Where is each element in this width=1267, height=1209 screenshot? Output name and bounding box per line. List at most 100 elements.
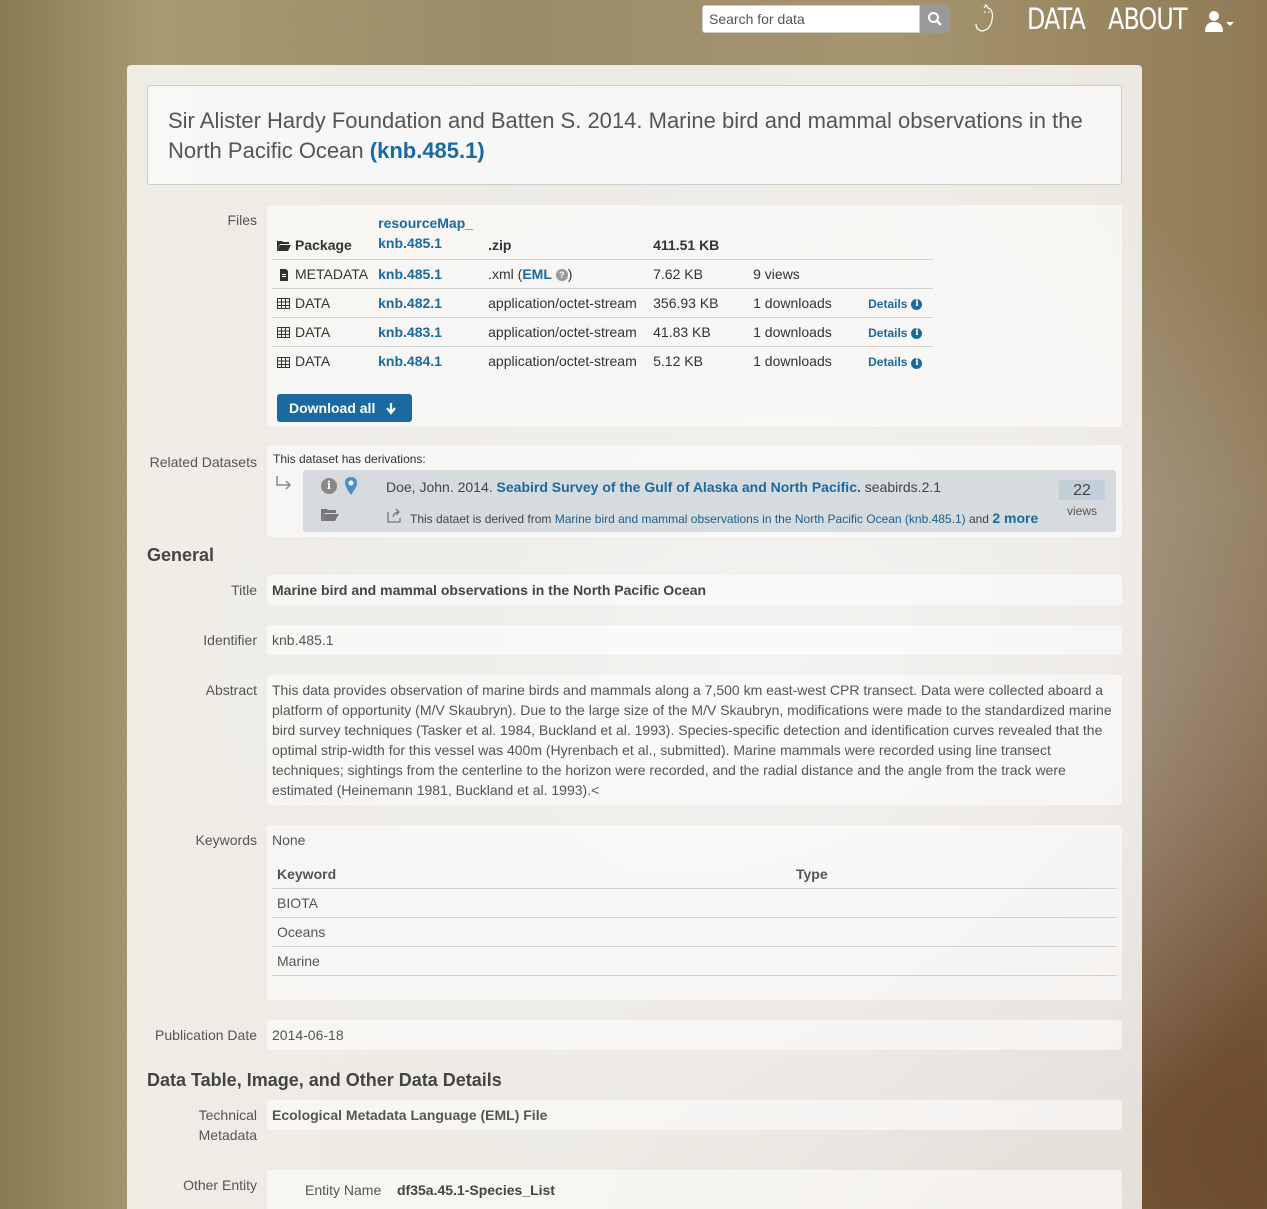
- info-icon: i: [911, 328, 923, 340]
- file-stat: 1 downloads: [748, 317, 864, 347]
- views-counter: 22 views: [1059, 480, 1105, 518]
- file-size: 7.62 KB: [648, 259, 749, 289]
- data-details-heading: Data Table, Image, and Other Data Detail…: [147, 1070, 502, 1090]
- title-label: Title: [231, 582, 257, 598]
- details-label[interactable]: Details: [868, 297, 907, 311]
- file-format: application/octet-stream: [483, 317, 649, 347]
- technical-metadata-label: Technical Metadata: [127, 1105, 257, 1145]
- related-note: This dataset has derivations:: [273, 452, 426, 466]
- search-button[interactable]: [920, 5, 950, 33]
- folder-open-icon: [277, 241, 291, 252]
- citation-pid-link[interactable]: (knb.485.1): [370, 138, 485, 163]
- user-menu[interactable]: [1204, 10, 1234, 34]
- table-icon: [277, 356, 290, 368]
- derived-from-link[interactable]: Marine bird and mammal observations in t…: [555, 512, 966, 526]
- package-format: .zip: [488, 237, 512, 253]
- user-icon: [1205, 11, 1234, 32]
- help-icon[interactable]: ?: [555, 269, 568, 282]
- related-author: Doe, John. 2014.: [386, 479, 493, 495]
- derived-prefix: This dataet is derived from: [410, 512, 552, 526]
- nav-data-link[interactable]: DATA: [1027, 2, 1086, 36]
- abstract-label: Abstract: [205, 682, 257, 698]
- cat-logo-icon: [975, 3, 994, 32]
- general-heading: General: [147, 545, 215, 565]
- title-value: Marine bird and mammal observations in t…: [272, 582, 707, 598]
- info-icon[interactable]: i: [321, 478, 337, 494]
- table-row: BIOTA: [272, 888, 1117, 918]
- related-dataset-card[interactable]: i Doe, John. 2014. Seabird Survey of the…: [303, 470, 1116, 532]
- abstract-value: This data provides observation of marine…: [272, 682, 1112, 798]
- pubdate-value: 2014-06-18: [272, 1027, 344, 1043]
- type-column-header: Type: [791, 860, 1117, 889]
- files-table: Package resourceMap_ knb.485.1 .zip 411.5…: [272, 213, 934, 376]
- related-derived-note: This dataet is derived from Marine bird …: [410, 510, 1038, 526]
- file-stat: 9 views: [748, 259, 864, 289]
- file-name-link[interactable]: knb.482.1: [378, 295, 442, 311]
- files-label: Files: [227, 212, 257, 228]
- technical-label-line1: Technical: [198, 1107, 257, 1123]
- file-type: DATA: [295, 295, 331, 311]
- identifier-value: knb.485.1: [272, 632, 334, 648]
- download-all-button[interactable]: Download all: [277, 394, 412, 422]
- package-size: 411.51 KB: [653, 237, 720, 253]
- table-icon: [277, 327, 290, 339]
- file-text-icon: [280, 269, 288, 282]
- derived-and: and: [968, 512, 989, 526]
- details-link[interactable]: Details i: [868, 355, 923, 369]
- file-name-link[interactable]: knb.484.1: [378, 353, 442, 369]
- file-size: 356.93 KB: [648, 288, 749, 318]
- details-link[interactable]: Details i: [868, 297, 923, 311]
- citation-text: Sir Alister Hardy Foundation and Batten …: [168, 108, 1083, 163]
- file-name-link[interactable]: knb.485.1: [378, 266, 442, 282]
- package-name-line1[interactable]: resourceMap_: [378, 215, 473, 231]
- file-type: DATA: [295, 353, 331, 370]
- eml-link[interactable]: EML: [522, 266, 552, 282]
- package-name-link[interactable]: resourceMap_ knb.485.1: [378, 215, 473, 251]
- table-row: DATA knb.483.1 application/octet-stream …: [272, 317, 934, 347]
- file-type: METADATA: [295, 266, 369, 282]
- details-link[interactable]: Details i: [868, 326, 923, 340]
- file-format: application/octet-stream: [483, 346, 649, 376]
- file-format-close: ): [567, 266, 573, 282]
- table-header-row: Keyword Type: [272, 860, 1117, 889]
- search-icon: [928, 12, 942, 26]
- keyword-cell: Oceans: [272, 917, 791, 947]
- entity-name-value: df35a.45.1-Species_List: [397, 1182, 555, 1198]
- pubdate-label: Publication Date: [155, 1027, 257, 1043]
- search-input[interactable]: [702, 5, 920, 33]
- info-icon: i: [911, 357, 923, 369]
- metacat-logo[interactable]: [964, 3, 998, 34]
- related-label: Related Datasets: [149, 454, 257, 470]
- related-title-link[interactable]: Seabird Survey of the Gulf of Alaska and…: [497, 479, 861, 495]
- details-label[interactable]: Details: [868, 355, 907, 369]
- other-entity-label: Other Entity: [183, 1177, 257, 1193]
- details-label[interactable]: Details: [868, 326, 907, 340]
- related-id: seabirds.2.1: [864, 479, 942, 495]
- table-row: METADATA knb.485.1 .xml (EML ?) 7.62 KB …: [272, 259, 934, 289]
- file-type: DATA: [295, 324, 331, 340]
- info-icon: i: [911, 299, 923, 311]
- keywords-table: Keyword Type BIOTA Oceans Marine: [272, 860, 1117, 976]
- nav-about-link[interactable]: ABOUT: [1108, 2, 1188, 36]
- more-link[interactable]: 2 more: [992, 510, 1038, 526]
- metadata-panel: Sir Alister Hardy Foundation and Batten …: [127, 65, 1142, 1209]
- file-name-link[interactable]: knb.483.1: [378, 324, 442, 340]
- folder-open-icon[interactable]: [321, 508, 339, 522]
- download-all-label[interactable]: Download all: [289, 400, 375, 416]
- file-stat: 1 downloads: [748, 288, 864, 318]
- keywords-label: Keywords: [195, 832, 257, 848]
- keyword-cell: Marine: [272, 946, 791, 976]
- search-bar: [702, 5, 950, 33]
- package-name-line2[interactable]: knb.485.1: [378, 235, 442, 251]
- map-marker-icon[interactable]: [345, 477, 357, 495]
- package-type: Package: [295, 237, 352, 253]
- views-label: views: [1066, 504, 1097, 518]
- table-row: Package resourceMap_ knb.485.1 .zip 411.5…: [272, 213, 933, 260]
- views-count: 22: [1059, 480, 1105, 500]
- file-format: application/octet-stream: [483, 288, 649, 318]
- citation-box: Sir Alister Hardy Foundation and Batten …: [147, 85, 1122, 185]
- eml-file-link[interactable]: Ecological Metadata Language (EML) File: [272, 1105, 547, 1125]
- share-icon: [387, 508, 401, 523]
- pubdate-box: [267, 1020, 1122, 1050]
- arrow-down-icon: [386, 403, 397, 416]
